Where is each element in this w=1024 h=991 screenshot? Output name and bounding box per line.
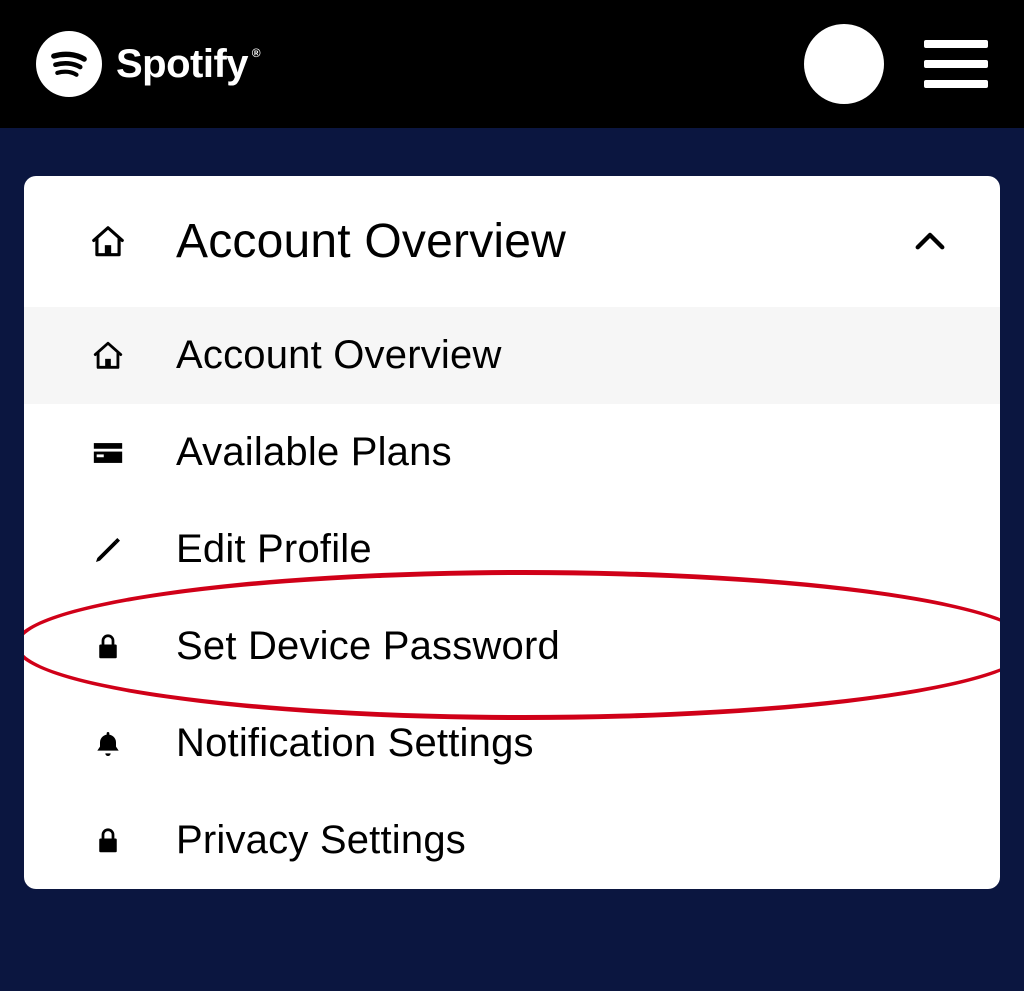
account-menu-panel: Account Overview Account Overview [24, 176, 1000, 889]
pencil-icon [88, 534, 128, 566]
menu-item-available-plans[interactable]: Available Plans [24, 404, 1000, 501]
menu-item-label: Set Device Password [176, 624, 952, 669]
credit-card-icon [88, 436, 128, 470]
menu-item-notification-settings[interactable]: Notification Settings [24, 695, 1000, 792]
lock-icon [88, 632, 128, 662]
menu-icon[interactable] [924, 40, 988, 88]
menu-section-account-overview[interactable]: Account Overview [24, 176, 1000, 307]
menu-item-set-device-password[interactable]: Set Device Password [24, 598, 1000, 695]
bell-icon [88, 728, 128, 760]
home-icon [88, 223, 128, 261]
app-header: Spotify [0, 0, 1024, 128]
menu-item-edit-profile[interactable]: Edit Profile [24, 501, 1000, 598]
menu-item-label: Account Overview [176, 333, 952, 378]
menu-item-privacy-settings[interactable]: Privacy Settings [24, 792, 1000, 889]
menu-item-label: Available Plans [176, 430, 952, 475]
header-right [804, 24, 988, 104]
spotify-logo-icon [36, 31, 102, 97]
brand[interactable]: Spotify [36, 31, 248, 97]
menu-item-label: Privacy Settings [176, 818, 952, 863]
lock-icon [88, 826, 128, 856]
home-icon [88, 339, 128, 373]
chevron-up-icon [908, 221, 952, 263]
avatar[interactable] [804, 24, 884, 104]
menu-item-label: Notification Settings [176, 721, 952, 766]
brand-name: Spotify [116, 42, 248, 87]
menu-section-label: Account Overview [176, 214, 860, 269]
menu-item-label: Edit Profile [176, 527, 952, 572]
menu-item-account-overview[interactable]: Account Overview [24, 307, 1000, 404]
